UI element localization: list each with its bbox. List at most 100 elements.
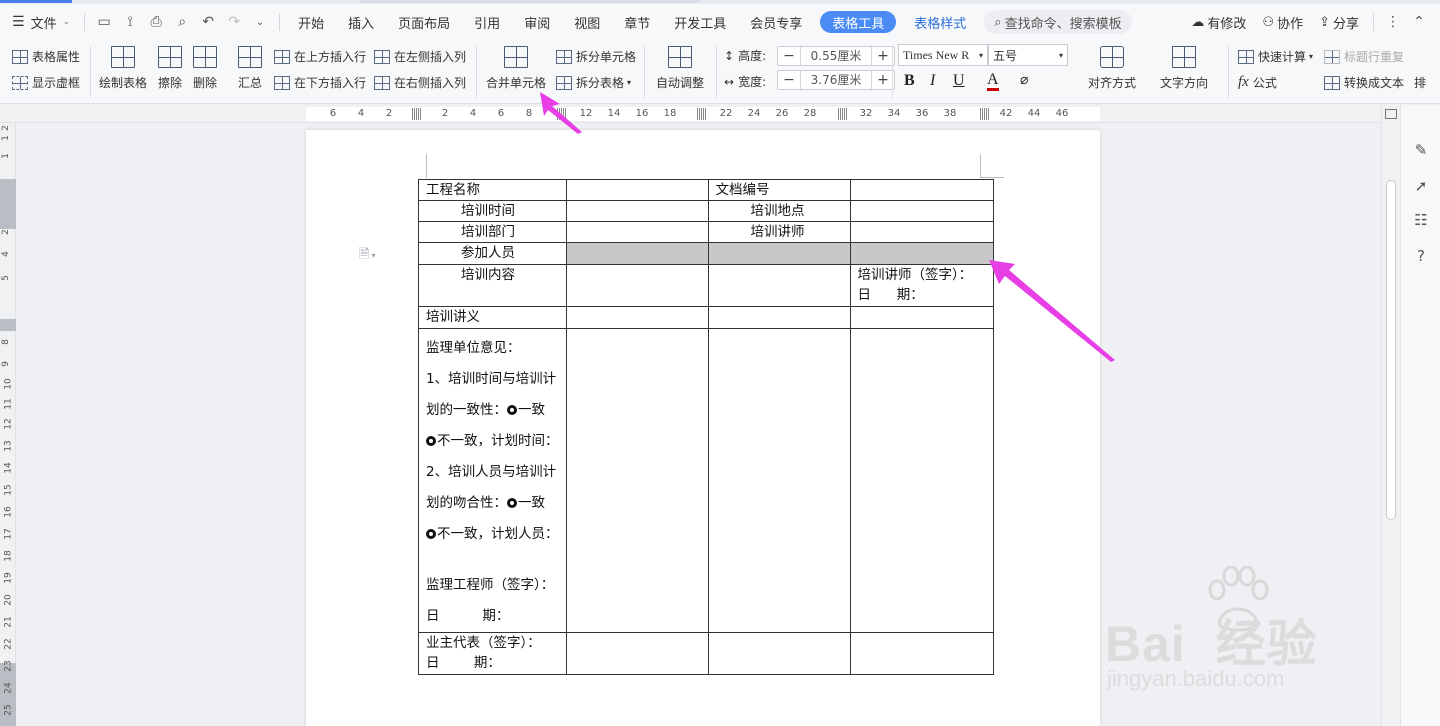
scrollbar-thumb[interactable] xyxy=(1386,180,1396,520)
save-icon[interactable]: ▭ xyxy=(91,8,117,36)
align-button[interactable]: 对齐方式 xyxy=(1088,46,1136,91)
show-gridlines-button[interactable]: 显示虚框 xyxy=(12,74,80,91)
merge-cells-button[interactable]: 合并单元格 xyxy=(486,46,546,91)
vertical-scrollbar[interactable] xyxy=(1381,105,1400,726)
table-cell[interactable] xyxy=(849,328,994,633)
tab-review[interactable]: 审阅 xyxy=(512,8,562,36)
delete-button[interactable]: 删除 xyxy=(193,46,217,91)
tab-references[interactable]: 引用 xyxy=(462,8,512,36)
table-cell[interactable]: 文档编号 xyxy=(707,179,851,201)
table-cell[interactable]: 培训地点 xyxy=(707,200,851,222)
underline-button[interactable]: U xyxy=(953,72,965,90)
table-cell[interactable]: 培训内容 xyxy=(418,264,567,307)
radio-icon[interactable] xyxy=(426,436,436,446)
help-icon[interactable]: ? xyxy=(1410,247,1432,269)
redo-icon[interactable]: ↷ xyxy=(221,8,247,36)
table-cell[interactable] xyxy=(849,632,994,675)
bold-button[interactable]: B xyxy=(904,72,915,90)
formula-button[interactable]: fx 公式 xyxy=(1238,74,1277,91)
radio-icon[interactable] xyxy=(507,498,517,508)
tab-chapter[interactable]: 章节 xyxy=(612,8,662,36)
table-cell[interactable] xyxy=(565,179,709,201)
table-cell[interactable]: 参加人员 xyxy=(418,242,567,265)
convert-to-text-button[interactable]: 转换成文本 xyxy=(1324,74,1404,91)
ruler-toggle-icon[interactable] xyxy=(1385,109,1397,119)
table-cell[interactable]: 培训讲师（签字）：日 期： xyxy=(849,264,994,307)
file-menu[interactable]: ☰ 文件 ⌄ xyxy=(0,8,78,36)
selected-cell[interactable] xyxy=(565,242,709,265)
repeat-header-button[interactable]: 标题行重复 xyxy=(1324,48,1404,65)
table-cell[interactable]: 培训部门 xyxy=(418,221,567,243)
table-cell[interactable] xyxy=(849,200,994,222)
pen-icon[interactable]: ✎ xyxy=(1410,141,1432,163)
table-cell[interactable]: 工程名称 xyxy=(418,179,567,201)
font-name-select[interactable]: Times New R ▾ xyxy=(898,44,988,66)
quick-calc-button[interactable]: 快速计算 ▾ xyxy=(1238,48,1313,65)
tab-developer[interactable]: 开发工具 xyxy=(662,8,738,36)
table-cell[interactable]: 培训讲师 xyxy=(707,221,851,243)
table-cell[interactable] xyxy=(707,328,851,633)
table-cell[interactable] xyxy=(849,221,994,243)
insert-row-below-button[interactable]: 在下方插入行 xyxy=(274,74,366,91)
height-input[interactable]: 0.55厘米 xyxy=(800,47,872,65)
print-icon[interactable]: ⎙ xyxy=(143,8,169,36)
insert-col-right-button[interactable]: 在右侧插入列 xyxy=(374,74,466,91)
split-table-button[interactable]: 拆分表格 ▾ xyxy=(556,74,631,91)
table-cell[interactable] xyxy=(565,221,709,243)
table-cell[interactable] xyxy=(849,306,994,329)
table-cell[interactable] xyxy=(707,264,851,307)
table-cell[interactable] xyxy=(565,264,709,307)
tab-insert[interactable]: 插入 xyxy=(336,8,386,36)
width-increase-button[interactable]: + xyxy=(872,71,894,89)
table-cell[interactable] xyxy=(565,328,709,633)
table-cell[interactable] xyxy=(707,306,851,329)
tab-view[interactable]: 视图 xyxy=(562,8,612,36)
font-color-button[interactable]: A xyxy=(987,72,999,91)
more-icon[interactable]: ⋮ xyxy=(1380,8,1406,36)
tab-home[interactable]: 开始 xyxy=(286,8,336,36)
text-direction-button[interactable]: 文字方向 xyxy=(1160,46,1208,91)
radio-icon[interactable] xyxy=(426,529,436,539)
print-preview-icon[interactable]: ⌕ xyxy=(169,8,195,36)
vertical-ruler[interactable]: 2 1 1 2 4 5 8 9 10 11 12 13 14 15 16 17 … xyxy=(0,123,16,726)
settings-sliders-icon[interactable]: ☷ xyxy=(1410,211,1432,233)
insert-col-left-button[interactable]: 在左侧插入列 xyxy=(374,48,466,65)
width-input[interactable]: 3.76厘米 xyxy=(800,71,872,89)
undo-icon[interactable]: ↶ xyxy=(195,8,221,36)
width-stepper[interactable]: − 3.76厘米 + xyxy=(777,70,895,90)
collapse-ribbon-icon[interactable]: ⌃ xyxy=(1406,8,1432,36)
summary-button[interactable]: 汇总 xyxy=(238,46,262,91)
document-table[interactable]: 工程名称 文档编号 培训时间 培训地点 培训部门 培训讲师 参加人员 培训内容 … xyxy=(418,179,994,675)
table-cell[interactable] xyxy=(565,632,709,675)
modified-status[interactable]: ☁ 有修改 xyxy=(1183,8,1254,36)
auto-fit-button[interactable]: 自动调整 xyxy=(656,46,704,91)
height-increase-button[interactable]: + xyxy=(872,47,894,65)
tab-page-layout[interactable]: 页面布局 xyxy=(386,8,462,36)
radio-icon[interactable] xyxy=(507,405,517,415)
width-decrease-button[interactable]: − xyxy=(778,71,800,89)
table-cell[interactable] xyxy=(707,632,851,675)
draw-table-button[interactable]: 绘制表格 xyxy=(99,46,147,91)
sort-button[interactable]: 排 xyxy=(1414,74,1426,91)
tab-member[interactable]: 会员专享 xyxy=(738,8,814,36)
format-painter-icon[interactable]: ⟟ xyxy=(117,8,143,36)
command-search[interactable]: ⌕ 查找命令、搜索模板 xyxy=(984,10,1132,34)
selected-cell[interactable] xyxy=(707,242,851,265)
height-stepper[interactable]: − 0.55厘米 + xyxy=(777,46,895,66)
erase-button[interactable]: 擦除 xyxy=(158,46,182,91)
collaborate-button[interactable]: ⚇ 协作 xyxy=(1254,8,1311,36)
italic-button[interactable]: I xyxy=(930,72,935,90)
share-button[interactable]: ⇪ 分享 xyxy=(1311,8,1367,36)
table-cell[interactable] xyxy=(565,306,709,329)
tab-table-style[interactable]: 表格样式 xyxy=(902,8,978,36)
table-cell[interactable]: 培训讲义 xyxy=(418,306,567,329)
paragraph-menu-icon[interactable]: 🗎 ▾ xyxy=(359,245,375,267)
supervisor-opinion-cell[interactable]: 监理单位意见： 1、培训时间与培训计 划的一致性： 一致 不一致，计划时间： 2、… xyxy=(418,328,567,633)
table-cell[interactable] xyxy=(849,179,994,201)
height-decrease-button[interactable]: − xyxy=(778,47,800,65)
selected-cell[interactable] xyxy=(849,242,994,265)
insert-row-above-button[interactable]: 在上方插入行 xyxy=(274,48,366,65)
table-properties-button[interactable]: 表格属性 xyxy=(12,48,80,65)
highlight-icon[interactable]: ⌀ xyxy=(1020,72,1028,88)
horizontal-ruler[interactable]: 6 4 2 2 4 6 8 12 14 16 18 22 24 26 28 32… xyxy=(0,105,1400,123)
